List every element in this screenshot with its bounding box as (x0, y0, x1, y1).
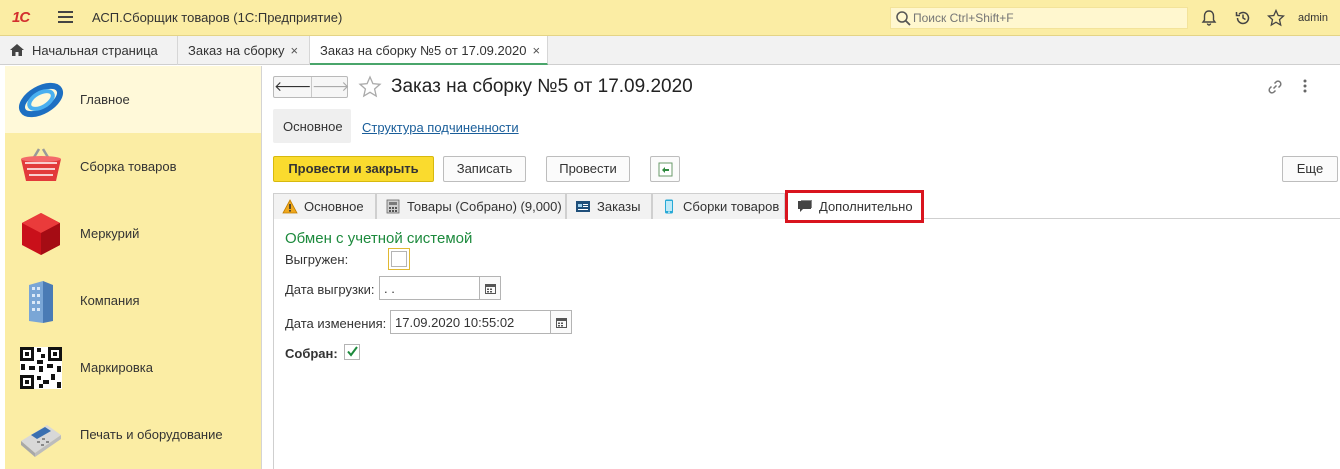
tab-label: Основное (304, 199, 364, 214)
close-icon[interactable]: × (532, 43, 540, 58)
history-icon[interactable] (1234, 9, 1252, 27)
post-and-close-button[interactable]: Провести и закрыть (273, 156, 434, 182)
tab-label: Сборки товаров (683, 199, 780, 214)
basket-icon (21, 148, 61, 181)
1c-logo: 1С (12, 9, 30, 26)
tab-current-order[interactable]: Заказ на сборку №5 от 17.09.2020 × (310, 36, 548, 65)
tab-label: Дополнительно (819, 199, 913, 214)
post-button[interactable]: Провести (546, 156, 630, 182)
search-icon (896, 11, 911, 26)
sections-sidebar: Главное Сборка товаров Меркурий Компания… (5, 66, 261, 469)
sidebar-item-assembly[interactable]: Сборка товаров (5, 133, 261, 200)
open-windows-tabstrip: Начальная страница Заказ на сборку × Зака… (0, 36, 1340, 65)
orders-icon (576, 201, 590, 212)
tab-label: Заказ на сборку №5 от 17.09.2020 (320, 43, 527, 58)
change-date-label: Дата изменения: (285, 316, 387, 331)
sidebar-item-printing[interactable]: Печать и оборудование (5, 401, 261, 468)
favorite-star-icon[interactable] (358, 75, 382, 99)
subtab-main[interactable]: Основное (273, 109, 351, 143)
user-name[interactable]: admin (1298, 12, 1328, 24)
form-tabs: Основное Товары (Собрано) (9,000) Заказы… (273, 190, 1340, 223)
sidebar-item-mercury[interactable]: Меркурий (5, 200, 261, 267)
save-button[interactable]: Записать (443, 156, 526, 182)
sidebar-item-label: Печать и оборудование (80, 427, 223, 442)
main-section-icon (19, 82, 63, 118)
tab-label: Заказ на сборку (188, 43, 285, 58)
calendar-icon (485, 284, 496, 294)
sidebar-item-label: Главное (80, 92, 130, 107)
document-form: 🡐 🡒 Заказ на сборку №5 от 17.09.2020 Осн… (262, 66, 1340, 469)
report-button[interactable] (650, 156, 680, 182)
comment-icon (798, 200, 812, 212)
close-icon[interactable]: × (290, 43, 298, 58)
sidebar-item-label: Сборка товаров (80, 159, 177, 174)
more-button[interactable]: Еще (1282, 156, 1338, 182)
back-button[interactable]: 🡐 (274, 77, 312, 97)
subordination-structure-link[interactable]: Структура подчиненности (362, 120, 519, 135)
pos-terminal-icon (21, 425, 61, 457)
tab-basic[interactable]: Основное (273, 193, 376, 219)
tab-assemblies[interactable]: Сборки товаров (652, 193, 785, 219)
building-icon (29, 281, 53, 323)
tab-additional[interactable]: Дополнительно (785, 190, 924, 223)
app-title: АСП.Сборщик товаров (1С:Предприятие) (92, 10, 343, 25)
page-title: Заказ на сборку №5 от 17.09.2020 (391, 76, 693, 97)
checkmark-icon (347, 346, 358, 357)
menu-icon[interactable] (58, 11, 73, 24)
favorites-star-icon[interactable] (1267, 9, 1285, 27)
tab-goods[interactable]: Товары (Собрано) (9,000) (376, 193, 566, 219)
export-date-label: Дата выгрузки: (285, 282, 375, 297)
search-input[interactable] (913, 10, 1183, 26)
tab-orders[interactable]: Заказы (566, 193, 652, 219)
link-icon[interactable] (1266, 78, 1284, 96)
tab-label: Заказы (597, 199, 641, 214)
exported-checkbox[interactable] (388, 248, 410, 270)
additional-tab-content: Обмен с учетной системой Выгружен: Дата … (273, 219, 1340, 469)
sidebar-item-marking[interactable]: Маркировка (5, 334, 261, 401)
more-actions-icon[interactable] (1302, 78, 1308, 94)
calendar-button[interactable] (479, 276, 501, 300)
change-date-field[interactable]: 17.09.2020 10:55:02 (390, 310, 551, 334)
sidebar-item-label: Меркурий (80, 226, 140, 241)
exported-label: Выгружен: (285, 252, 349, 267)
sidebar-item-main[interactable]: Главное (5, 66, 261, 133)
cash-register-icon (386, 199, 400, 214)
warning-icon (282, 199, 298, 214)
group-title: Обмен с учетной системой (285, 230, 473, 247)
tab-label: Начальная страница (32, 43, 158, 58)
collected-label: Собран: (285, 346, 338, 361)
collected-checkbox[interactable] (344, 344, 360, 360)
bell-icon[interactable] (1200, 9, 1218, 27)
sidebar-item-label: Маркировка (80, 360, 153, 375)
search-box[interactable] (890, 7, 1188, 29)
history-nav: 🡐 🡒 (273, 76, 350, 98)
sidebar-item-label: Компания (80, 293, 140, 308)
qr-code-icon (20, 347, 62, 389)
export-date-field[interactable]: . . (379, 276, 480, 300)
cube-icon (22, 213, 60, 255)
calendar-button[interactable] (550, 310, 572, 334)
tab-label: Товары (Собрано) (9,000) (407, 199, 562, 214)
title-bar: 1С АСП.Сборщик товаров (1С:Предприятие) … (0, 0, 1340, 36)
tab-home[interactable]: Начальная страница (0, 36, 178, 65)
home-icon (10, 44, 24, 56)
sidebar-item-company[interactable]: Компания (5, 267, 261, 334)
tab-order-list[interactable]: Заказ на сборку × (178, 36, 310, 65)
forward-button[interactable]: 🡒 (311, 77, 350, 97)
phone-icon (665, 199, 673, 214)
calendar-icon (556, 318, 567, 328)
report-icon (658, 162, 673, 177)
